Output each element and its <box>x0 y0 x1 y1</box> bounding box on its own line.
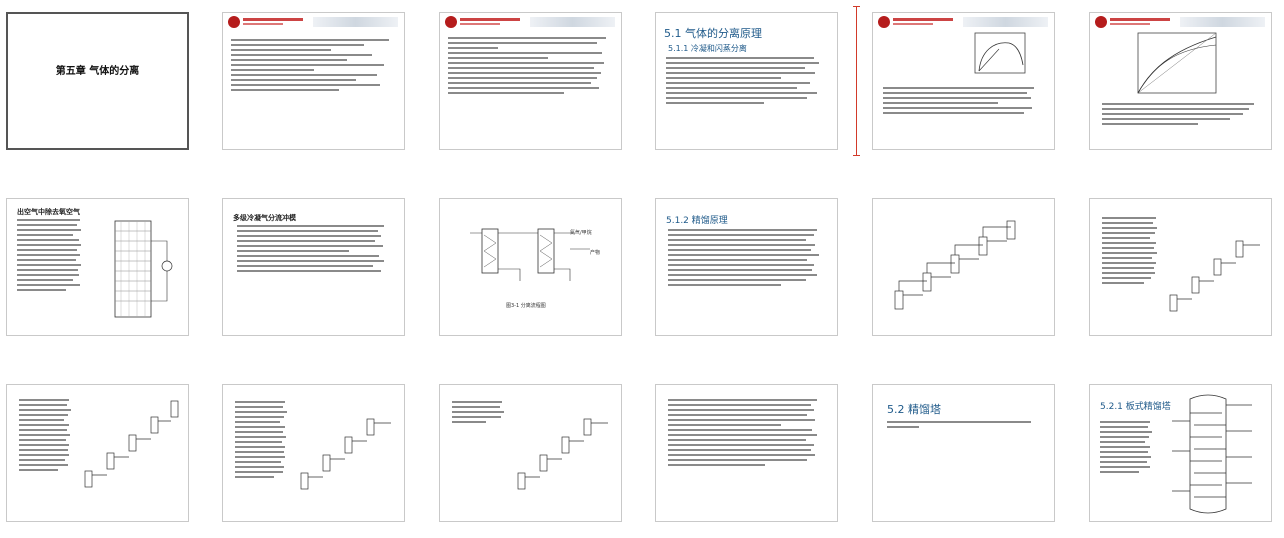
slide-heading: 出空气中除去氧空气 <box>17 208 80 216</box>
body-text-lines <box>19 399 75 474</box>
slide-header <box>440 13 621 31</box>
body-text-lines <box>666 57 830 107</box>
slide-heading: 5.2 精馏塔 <box>887 403 941 416</box>
slide-heading: 5.1.2 精馏原理 <box>666 216 728 226</box>
slide-thumbnail-14[interactable] <box>222 384 405 522</box>
slide-thumbnail-12[interactable] <box>1089 198 1272 336</box>
slide-thumbnail-7[interactable]: 出空气中除去氧空气 <box>6 198 189 336</box>
slide-sorter-grid: 第五章 气体的分离 5.1 气体的分离原理 5.1.1 冷凝和闪蒸分离 出空气中… <box>0 0 1284 538</box>
slide-header <box>223 13 404 31</box>
heat-exchanger-figure <box>114 220 173 318</box>
slide-thumbnail-1[interactable]: 第五章 气体的分离 <box>6 12 189 150</box>
body-text-lines <box>1100 421 1156 476</box>
cascade-diagram-figure <box>300 418 391 490</box>
stream-label-a: 氮气/甲烷 <box>570 230 592 236</box>
slide-header <box>873 13 1054 31</box>
body-text-lines <box>1102 217 1162 287</box>
body-text-lines <box>235 401 291 481</box>
slide-thumbnail-16[interactable] <box>655 384 838 522</box>
slide-thumbnail-2[interactable] <box>222 12 405 150</box>
cascade-diagram-figure <box>517 418 608 490</box>
body-text-lines <box>237 225 397 275</box>
slide-header <box>1090 13 1271 31</box>
body-text-lines <box>17 219 87 294</box>
slide-thumbnail-6[interactable] <box>1089 12 1272 150</box>
slide-thumbnail-18[interactable]: 5.2.1 板式精馏塔 <box>1089 384 1272 522</box>
slide-thumbnail-4[interactable]: 5.1 气体的分离原理 5.1.1 冷凝和闪蒸分离 <box>655 12 838 150</box>
slide-thumbnail-5[interactable] <box>872 12 1055 150</box>
slide-heading: 多级冷凝气分流冲模 <box>233 214 296 222</box>
slide-thumbnail-8[interactable]: 多级冷凝气分流冲模 <box>222 198 405 336</box>
chapter-title: 第五章 气体的分离 <box>55 66 140 77</box>
cascade-diagram-figure <box>894 220 1016 310</box>
slide-thumbnail-13[interactable] <box>6 384 189 522</box>
plate-column-figure <box>1172 394 1252 514</box>
slide-thumbnail-10[interactable]: 5.1.2 精馏原理 <box>655 198 838 336</box>
body-text-lines <box>448 37 614 97</box>
slide-thumbnail-11[interactable] <box>872 198 1055 336</box>
body-text-lines <box>668 399 830 469</box>
slide-subheading: 5.1.1 冷凝和闪蒸分离 <box>668 44 747 53</box>
body-text-lines <box>452 401 508 426</box>
university-emblem-icon <box>445 16 457 28</box>
university-emblem-icon <box>228 16 240 28</box>
stream-label-b: 产物 <box>590 250 601 256</box>
figure-caption: 图3-1 分离流程图 <box>506 303 546 309</box>
body-text-lines <box>887 421 1047 431</box>
slide-thumbnail-17[interactable]: 5.2 精馏塔 <box>872 384 1055 522</box>
slide-thumbnail-3[interactable] <box>439 12 622 150</box>
slide-thumbnail-9[interactable]: 氮气/甲烷 产物 图3-1 分离流程图 <box>439 198 622 336</box>
university-emblem-icon <box>878 16 890 28</box>
body-text-lines <box>883 87 1047 117</box>
slide-heading: 5.1 气体的分离原理 <box>664 27 762 40</box>
university-emblem-icon <box>1095 16 1107 28</box>
insertion-marker <box>853 6 860 156</box>
body-text-lines <box>668 229 830 289</box>
body-text-lines <box>1102 103 1262 128</box>
body-text-lines <box>231 39 397 94</box>
equilibrium-curves-figure <box>1137 32 1217 94</box>
phase-diagram-figure <box>974 32 1026 74</box>
cascade-diagram-figure <box>1169 240 1260 312</box>
cascade-diagram-figure <box>84 400 179 488</box>
slide-thumbnail-15[interactable] <box>439 384 622 522</box>
